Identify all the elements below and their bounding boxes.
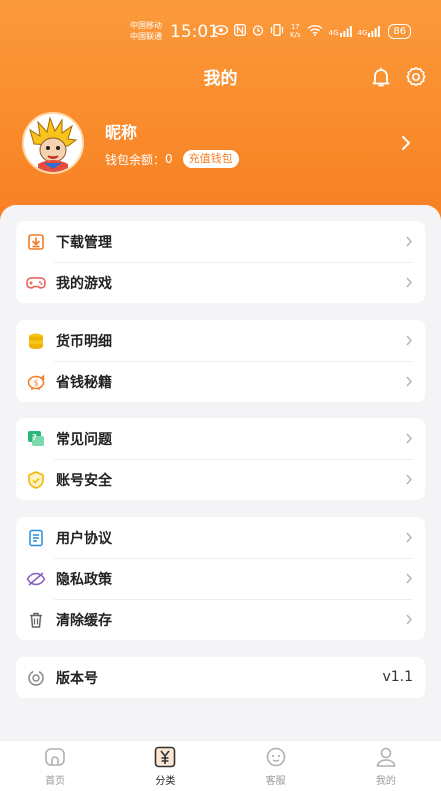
menu-label-currency: 货币明细 <box>56 333 112 350</box>
chevron-right-icon <box>406 433 413 444</box>
net-speed: 17 K/s <box>290 23 301 39</box>
card-currency: 货币明细 $ 省钱秘籍 <box>16 320 425 402</box>
home-icon <box>45 748 65 766</box>
alarm-icon <box>252 24 264 39</box>
menu-label-user-agreement: 用户协议 <box>56 530 112 547</box>
wallet-value: 0 <box>165 152 173 166</box>
wifi-icon <box>307 24 323 39</box>
eye-hidden-icon <box>26 569 46 589</box>
chevron-right-icon <box>406 236 413 247</box>
eye-icon <box>213 24 229 38</box>
document-icon <box>26 528 46 548</box>
chevron-right-icon <box>406 532 413 543</box>
bottom-tab-bar: 首页 分类 客服 我的 <box>0 740 441 791</box>
coins-icon <box>26 331 46 351</box>
svg-text:$: $ <box>33 378 38 387</box>
tab-label-category: 分类 <box>155 776 176 787</box>
card-help: ? 常见问题 账号安全 <box>16 418 425 500</box>
status-icons: 17 K/s 4G 4G 86 <box>213 23 412 39</box>
nfc-icon <box>234 23 246 39</box>
settings-gear-icon[interactable] <box>405 66 427 88</box>
card-games: 下载管理 我的游戏 <box>16 221 425 303</box>
download-icon <box>26 232 46 252</box>
tab-mine[interactable]: 我的 <box>331 741 441 791</box>
net-speed-unit: K/s <box>290 31 301 39</box>
signal-icon-1: 4G <box>328 25 352 37</box>
menu-label-saving-tips: 省钱秘籍 <box>56 374 112 391</box>
tab-service[interactable]: 客服 <box>221 741 331 791</box>
version-refresh-icon <box>26 668 46 688</box>
user-icon <box>376 747 396 767</box>
chevron-right-icon <box>406 376 413 387</box>
card-legal: 用户协议 隐私政策 清除缓存 <box>16 517 425 640</box>
menu-item-my-games[interactable]: 我的游戏 <box>16 262 425 303</box>
tab-label-mine: 我的 <box>375 776 396 787</box>
trash-icon <box>26 610 46 630</box>
menu-label-account-security: 账号安全 <box>56 472 112 489</box>
faq-chat-icon: ? <box>26 429 46 449</box>
shield-icon <box>26 470 46 490</box>
carrier-2: 中国联通 <box>130 32 162 41</box>
profile-chevron-right-icon[interactable] <box>400 134 412 152</box>
signal-1-label: 4G <box>328 28 339 37</box>
status-time: 15:01 <box>170 22 219 42</box>
tab-label-home: 首页 <box>45 776 66 787</box>
signal-2-label: 4G <box>357 28 368 37</box>
carrier-info: 中国移动 中国联通 <box>130 20 162 42</box>
chevron-right-icon <box>406 614 413 625</box>
wallet-label: 钱包余额： <box>105 152 166 167</box>
menu-label-faq: 常见问题 <box>56 431 112 448</box>
tab-home[interactable]: 首页 <box>0 741 110 791</box>
menu-item-saving-tips[interactable]: $ 省钱秘籍 <box>16 361 425 402</box>
menu-label-clear-cache: 清除缓存 <box>56 612 112 629</box>
recharge-wallet-button[interactable]: 充值钱包 <box>182 150 239 168</box>
menu-item-account-security[interactable]: 账号安全 <box>16 459 425 500</box>
svg-text:?: ? <box>32 433 37 442</box>
menu-label-version: 版本号 <box>56 670 98 687</box>
carrier-1: 中国移动 <box>130 21 162 30</box>
menu-item-faq[interactable]: ? 常见问题 <box>16 418 425 459</box>
chevron-right-icon <box>406 277 413 288</box>
chevron-right-icon <box>406 474 413 485</box>
version-value: v1.1 <box>382 669 413 685</box>
status-bar: 中国移动 中国联通 15:01 17 K/s 4G 4G 86 <box>0 18 441 48</box>
chevron-right-icon <box>406 335 413 346</box>
vibrate-icon <box>270 23 284 39</box>
tab-category[interactable]: 分类 <box>110 741 220 791</box>
customer-service-icon <box>266 747 285 767</box>
signal-icon-2: 4G <box>357 25 381 37</box>
piggy-bank-icon: $ <box>26 372 46 392</box>
battery-indicator: 86 <box>388 23 412 39</box>
avatar[interactable] <box>22 112 84 174</box>
tab-label-service: 客服 <box>265 776 286 787</box>
net-speed-value: 17 <box>290 23 300 31</box>
menu-label-privacy-policy: 隐私政策 <box>56 571 112 588</box>
menu-item-clear-cache[interactable]: 清除缓存 <box>16 599 425 640</box>
wallet-balance-row: 钱包余额： 0 充值钱包 <box>105 150 239 168</box>
menu-label-my-games: 我的游戏 <box>56 275 112 292</box>
menu-item-user-agreement[interactable]: 用户协议 <box>16 517 425 558</box>
gamepad-icon <box>26 273 46 293</box>
menu-item-currency[interactable]: 货币明细 <box>16 320 425 361</box>
chevron-right-icon <box>406 573 413 584</box>
menu-item-download[interactable]: 下载管理 <box>16 221 425 262</box>
menu-item-privacy-policy[interactable]: 隐私政策 <box>16 558 425 599</box>
card-version: 版本号 v1.1 <box>16 657 425 698</box>
category-yen-icon <box>155 746 176 768</box>
nickname[interactable]: 昵称 <box>105 119 137 143</box>
notification-bell-icon[interactable] <box>370 66 392 88</box>
menu-label-download: 下载管理 <box>56 234 112 251</box>
menu-item-version[interactable]: 版本号 v1.1 <box>16 657 425 698</box>
